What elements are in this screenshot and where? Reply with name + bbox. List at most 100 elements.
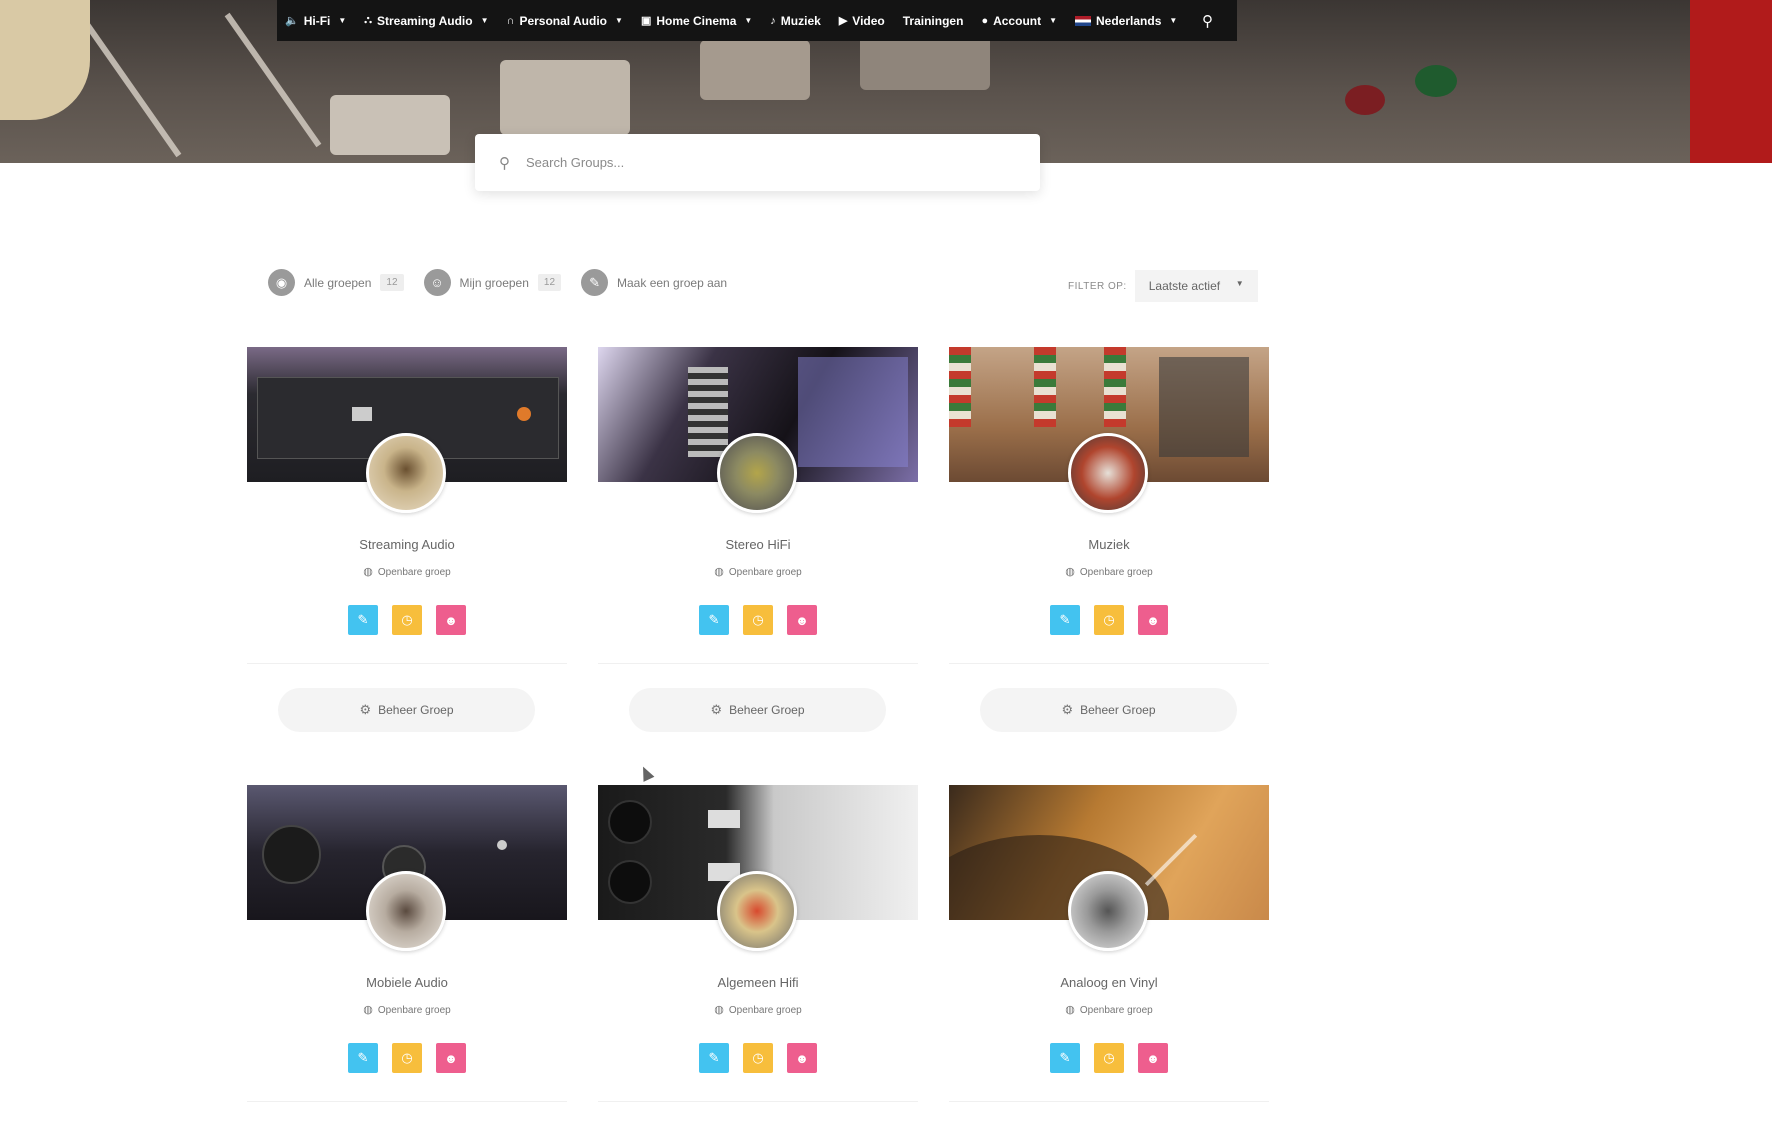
group-name[interactable]: Analoog en Vinyl — [949, 975, 1269, 990]
nav-trainingen[interactable]: Trainingen — [903, 14, 964, 28]
group-actions: ✎ ◷ ☻ — [247, 1043, 567, 1073]
edit-button[interactable]: ✎ — [1050, 1043, 1080, 1073]
filter-label: FILTER OP: — [1068, 280, 1127, 292]
activity-button[interactable]: ◷ — [392, 605, 422, 635]
speaker-icon: 🔈 — [285, 15, 299, 27]
nav-streaming-audio[interactable]: ⛬ Streaming Audio ▼ — [364, 14, 488, 28]
flag-nl-icon — [1075, 15, 1092, 26]
divider — [247, 1101, 567, 1102]
members-button[interactable]: ☻ — [436, 1043, 466, 1073]
mouse-cursor-icon — [637, 764, 655, 782]
globe-icon: ◍ — [1065, 1004, 1075, 1016]
pencil-icon: ✎ — [708, 612, 720, 627]
nav-personal-audio[interactable]: ∩ Personal Audio ▼ — [506, 14, 622, 28]
group-avatar[interactable] — [366, 433, 446, 513]
group-name[interactable]: Algemeen Hifi — [598, 975, 918, 990]
group-card: Muziek ◍ Openbare groep ✎ ◷ ☻ ⚙ Beheer Gr… — [949, 347, 1269, 732]
manage-group-button[interactable]: ⚙ Beheer Groep — [278, 688, 535, 732]
group-name[interactable]: Mobiele Audio — [247, 975, 567, 990]
clock-icon: ◷ — [401, 612, 413, 627]
search-icon: ⚲ — [499, 154, 510, 172]
filter-by: FILTER OP: Laatste actief ▼ — [1068, 270, 1258, 302]
users-icon: ☻ — [1146, 1050, 1160, 1066]
search-icon[interactable]: ⚲ — [1202, 12, 1213, 30]
chevron-down-icon: ▼ — [615, 16, 623, 25]
tab-all-groups[interactable]: ◉ Alle groepen 12 — [268, 269, 404, 296]
users-icon: ☻ — [444, 612, 458, 628]
group-name[interactable]: Muziek — [949, 537, 1269, 552]
activity-button[interactable]: ◷ — [392, 1043, 422, 1073]
manage-group-button[interactable]: ⚙ Beheer Groep — [629, 688, 886, 732]
edit-button[interactable]: ✎ — [348, 1043, 378, 1073]
edit-button[interactable]: ✎ — [1050, 605, 1080, 635]
chevron-down-icon: ▼ — [480, 16, 489, 25]
nav-hifi[interactable]: 🔈 Hi-Fi ▼ — [285, 14, 346, 28]
group-avatar[interactable] — [1068, 871, 1148, 951]
gear-icon: ⚙ — [359, 702, 372, 717]
members-button[interactable]: ☻ — [436, 605, 466, 635]
group-actions: ✎ ◷ ☻ — [247, 605, 567, 635]
pencil-icon: ✎ — [1059, 612, 1071, 627]
members-button[interactable]: ☻ — [1138, 605, 1168, 635]
music-icon: ♪ — [770, 14, 776, 27]
users-icon: ☻ — [795, 1050, 809, 1066]
group-name[interactable]: Stereo HiFi — [598, 537, 918, 552]
clock-icon: ◷ — [401, 1050, 413, 1065]
members-button[interactable]: ☻ — [787, 605, 817, 635]
globe-icon: ◍ — [714, 1004, 724, 1016]
pencil-icon: ✎ — [1059, 1050, 1071, 1065]
chevron-down-icon: ▼ — [744, 16, 753, 25]
group-name[interactable]: Streaming Audio — [247, 537, 567, 552]
edit-button[interactable]: ✎ — [348, 605, 378, 635]
manage-group-button[interactable]: ⚙ Beheer Groep — [980, 688, 1237, 732]
group-type: ◍ Openbare groep — [363, 1004, 451, 1016]
divider — [949, 663, 1269, 664]
group-avatar[interactable] — [717, 871, 797, 951]
group-avatar[interactable] — [717, 433, 797, 513]
nav-language[interactable]: Nederlands ▼ — [1075, 14, 1177, 28]
members-button[interactable]: ☻ — [1138, 1043, 1168, 1073]
tab-my-groups[interactable]: ☺ Mijn groepen 12 — [423, 269, 562, 296]
group-type: ◍ Openbare groep — [714, 566, 802, 578]
group-filters: ◉ Alle groepen 12 ☺ Mijn groepen 12 ✎ Ma… — [268, 269, 747, 296]
users-icon: ☺ — [423, 269, 451, 296]
activity-button[interactable]: ◷ — [743, 1043, 773, 1073]
count-badge: 12 — [537, 274, 562, 291]
activity-button[interactable]: ◷ — [743, 605, 773, 635]
group-card: Mobiele Audio ◍ Openbare groep ✎ ◷ ☻ — [247, 785, 567, 1102]
nav-muziek[interactable]: ♪ Muziek — [770, 14, 821, 28]
globe-icon: ◍ — [363, 566, 373, 578]
globe-icon: ◉ — [268, 269, 295, 296]
group-actions: ✎ ◷ ☻ — [598, 1043, 918, 1073]
screen-icon: ▣ — [640, 15, 652, 27]
activity-button[interactable]: ◷ — [1094, 605, 1124, 635]
group-avatar[interactable] — [1068, 433, 1148, 513]
filter-select[interactable]: Laatste actief ▼ — [1134, 270, 1258, 302]
group-type: ◍ Openbare groep — [363, 566, 451, 578]
activity-button[interactable]: ◷ — [1094, 1043, 1124, 1073]
group-actions: ✎ ◷ ☻ — [949, 1043, 1269, 1073]
nav-account[interactable]: ● Account ▼ — [981, 14, 1057, 28]
divider — [949, 1101, 1269, 1102]
divider — [598, 1101, 918, 1102]
users-icon: ☻ — [444, 1050, 458, 1066]
divider — [598, 663, 918, 664]
edit-button[interactable]: ✎ — [699, 605, 729, 635]
create-group-link[interactable]: ✎ Maak een groep aan — [581, 269, 727, 296]
group-card: Analoog en Vinyl ◍ Openbare groep ✎ ◷ ☻ — [949, 785, 1269, 1102]
nav-video[interactable]: ▶ Video — [839, 14, 885, 28]
users-icon: ☻ — [1146, 612, 1160, 628]
nav-home-cinema[interactable]: ▣ Home Cinema ▼ — [641, 14, 752, 28]
edit-button[interactable]: ✎ — [699, 1043, 729, 1073]
play-icon: ▶ — [838, 15, 848, 27]
group-avatar[interactable] — [366, 871, 446, 951]
search-input[interactable] — [524, 154, 1008, 171]
network-icon: ⛬ — [364, 14, 372, 26]
pencil-icon: ✎ — [708, 1050, 720, 1065]
members-button[interactable]: ☻ — [787, 1043, 817, 1073]
gear-icon: ⚙ — [710, 702, 723, 717]
pencil-icon: ✎ — [581, 269, 609, 296]
main-navbar: 🔈 Hi-Fi ▼ ⛬ Streaming Audio ▼ ∩ Personal… — [277, 0, 1237, 41]
chevron-down-icon: ▼ — [1169, 16, 1178, 25]
group-actions: ✎ ◷ ☻ — [949, 605, 1269, 635]
